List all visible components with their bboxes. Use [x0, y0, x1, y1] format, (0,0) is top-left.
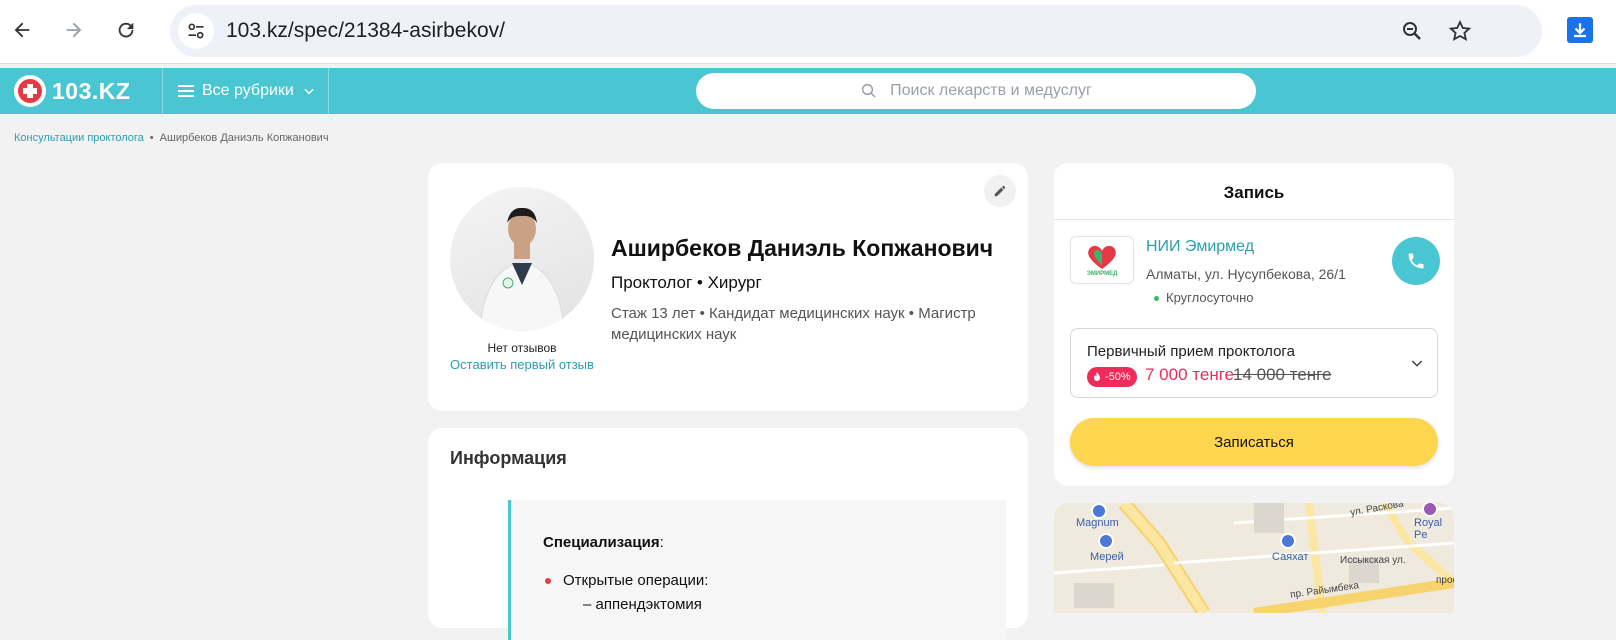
specialization-box: Специализация: Открытые операции: – аппе… [508, 500, 1006, 640]
all-rubrics-menu[interactable]: Все рубрики [178, 68, 316, 114]
rubrics-label: Все рубрики [202, 82, 294, 99]
bookmark-star-icon[interactable] [1448, 19, 1472, 43]
booking-title: Запись [1223, 183, 1285, 202]
service-select[interactable]: Первичный прием проктолога -50% 7 000 те… [1070, 328, 1438, 398]
doctor-photo [450, 187, 594, 331]
clinic-address: Алматы, ул. Нусупбекова, 26/1 [1146, 266, 1346, 282]
reload-icon[interactable] [110, 14, 142, 46]
doctor-meta: Стаж 13 лет • Кандидат медицинских наук … [611, 305, 976, 343]
clinic-name-link[interactable]: НИИ Эмирмед [1146, 238, 1254, 256]
chevron-down-icon [304, 88, 314, 95]
map-label-royal: Royal Pe [1414, 517, 1443, 541]
edit-button[interactable] [984, 175, 1016, 207]
site-header: 103.KZ Все рубрики Поиск лекарств и меду… [0, 68, 1616, 114]
chevron-down-icon [1411, 360, 1423, 367]
clinic-map[interactable]: Magnum Мерей Саяхат Royal Pe ул. Раскова… [1054, 503, 1454, 613]
call-button[interactable] [1392, 237, 1440, 285]
phone-icon [1408, 253, 1424, 269]
logo-cross-icon [14, 75, 46, 107]
price-new: 7 000 тенге [1145, 365, 1234, 384]
breadcrumb-separator: • [149, 132, 154, 144]
map-pin-icon[interactable] [1280, 533, 1296, 549]
map-label-merey: Мерей [1090, 551, 1124, 563]
address-bar[interactable]: 103.kz/spec/21384-asirbekov/ [170, 5, 1542, 57]
map-label-sayakhat: Саяхат [1272, 551, 1309, 563]
map-pin-icon[interactable] [1098, 533, 1114, 549]
logo-text: 103.KZ [52, 77, 131, 104]
info-title: Информация [450, 448, 567, 468]
zoom-icon[interactable] [1400, 19, 1424, 43]
service-name: Первичный прием проктолога [1087, 343, 1295, 360]
clinic-hours: Круглосуточно [1154, 290, 1254, 305]
info-card: Информация Специализация: Открытые опера… [428, 428, 1028, 640]
header-divider [162, 68, 163, 114]
url-text[interactable]: 103.kz/spec/21384-asirbekov/ [226, 19, 505, 43]
price-old: 14 000 тенге [1233, 365, 1332, 384]
site-settings-icon[interactable] [178, 13, 214, 49]
search-icon [862, 83, 876, 98]
list-item: Открытые операции: [544, 572, 709, 589]
divider [1054, 219, 1454, 220]
map-label-magnum: Magnum [1076, 517, 1119, 529]
discount-badge: -50% [1087, 367, 1137, 387]
menu-burger-icon [178, 85, 194, 97]
doctor-specialties: Проктолог • Хирург [611, 273, 762, 292]
doctor-profile-card: Нет отзывов Оставить первый отзыв Аширбе… [428, 163, 1028, 411]
pencil-icon [994, 185, 1006, 197]
site-logo[interactable]: 103.KZ [14, 75, 130, 107]
header-divider [328, 68, 329, 114]
map-street-issyk: Иссыкская ул. [1340, 555, 1406, 566]
breadcrumb-parent-link[interactable]: Консультации проктолога [14, 132, 144, 144]
book-appointment-button[interactable]: Записаться [1070, 418, 1438, 466]
heart-logo-icon [1088, 245, 1116, 269]
back-arrow-icon[interactable] [6, 14, 38, 46]
download-icon[interactable] [1567, 17, 1593, 43]
breadcrumb: Консультации проктолога • Аширбеков Дани… [14, 132, 329, 144]
leave-review-link[interactable]: Оставить первый отзыв [450, 357, 594, 373]
reviews-status: Нет отзывов [487, 341, 557, 355]
list-subitem: – аппендэктомия [583, 596, 702, 613]
search-placeholder: Поиск лекарств и медуслуг [890, 82, 1092, 99]
booking-card: Запись ЭМИРМЕД НИИ Эмирмед Алматы, ул. Н… [1054, 163, 1454, 486]
specialization-heading: Специализация: [543, 534, 664, 551]
browser-toolbar: 103.kz/spec/21384-asirbekov/ [0, 0, 1616, 64]
forward-arrow-icon[interactable] [58, 14, 90, 46]
clinic-logo[interactable]: ЭМИРМЕД [1070, 236, 1134, 284]
map-street-pros: прос [1436, 575, 1454, 586]
fire-icon [1094, 372, 1100, 381]
doctor-name: Аширбеков Даниэль Копжанович [611, 235, 994, 261]
breadcrumb-current: Аширбеков Даниэль Копжанович [159, 132, 329, 144]
clinic-logo-text: ЭМИРМЕД [1086, 271, 1118, 277]
search-input[interactable]: Поиск лекарств и медуслуг [696, 73, 1256, 109]
